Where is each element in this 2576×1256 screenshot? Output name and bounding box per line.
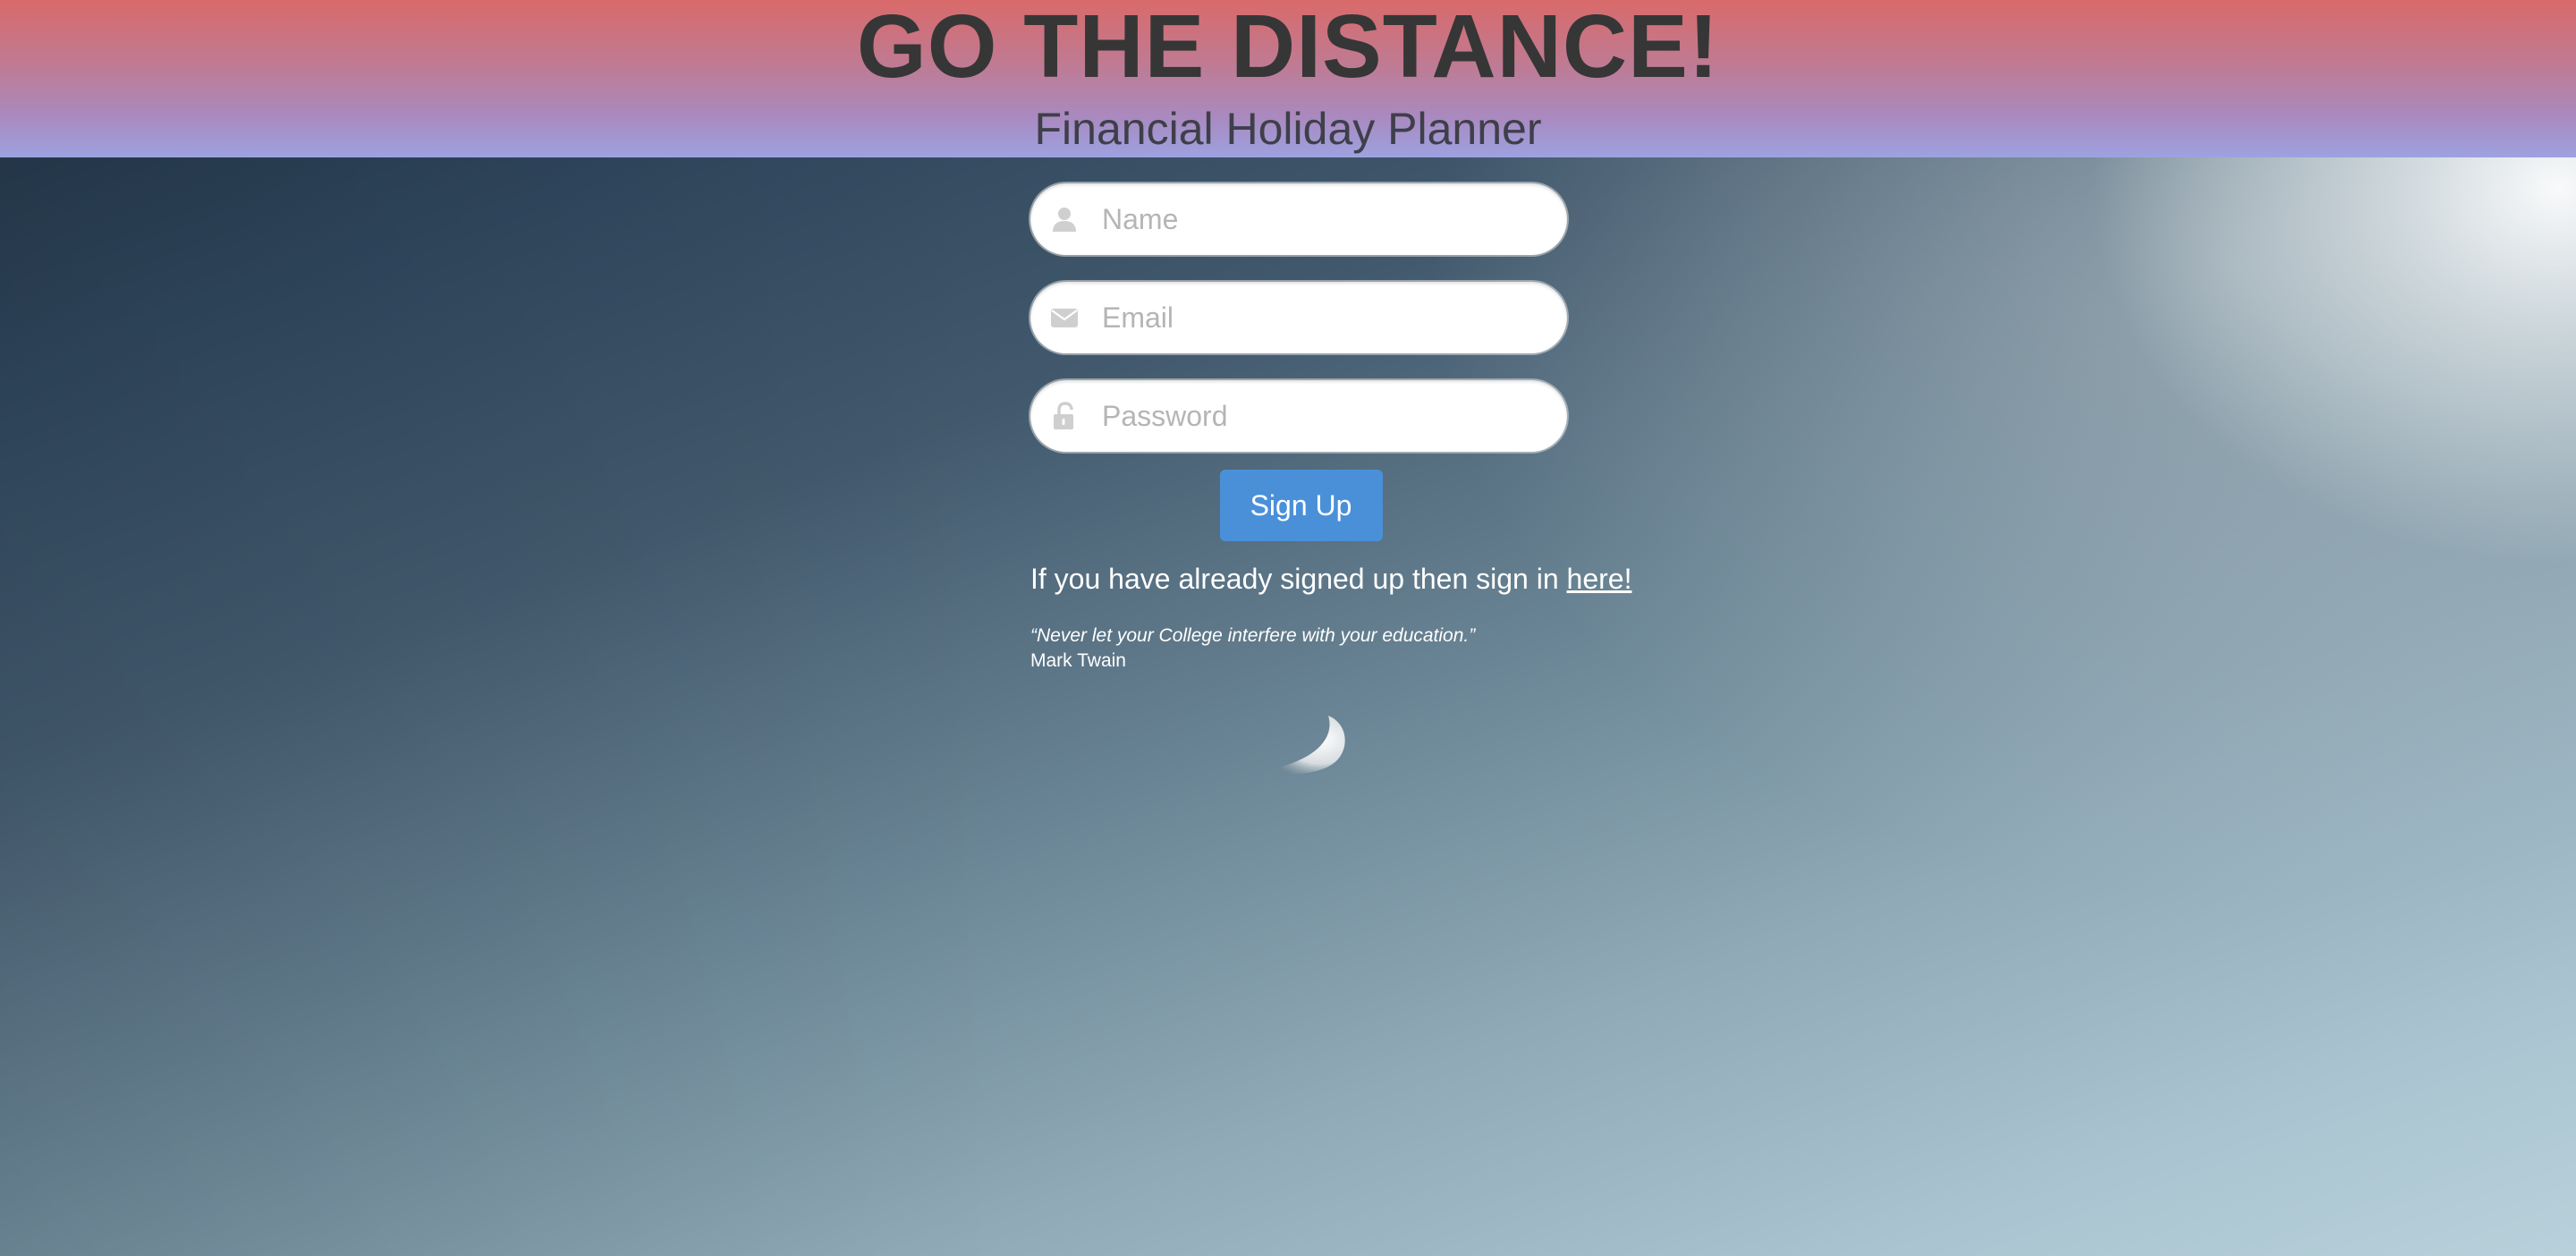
signin-here-link[interactable]: here! bbox=[1567, 563, 1632, 595]
moon-image bbox=[1261, 716, 1345, 775]
page-header: GO THE DISTANCE! Financial Holiday Plann… bbox=[0, 0, 2576, 157]
name-input[interactable] bbox=[1102, 183, 1540, 255]
signup-button-container: Sign Up bbox=[1030, 470, 1567, 541]
envelope-icon bbox=[1051, 309, 1078, 327]
email-field-container bbox=[1030, 282, 1567, 353]
email-input[interactable] bbox=[1102, 282, 1540, 353]
quote-author: Mark Twain bbox=[1030, 650, 1126, 671]
signin-prompt-text: If you have already signed up then sign … bbox=[1030, 563, 1559, 595]
unlock-icon bbox=[1054, 402, 1073, 429]
password-input[interactable] bbox=[1102, 380, 1540, 452]
sign-up-button[interactable]: Sign Up bbox=[1219, 470, 1383, 541]
password-field-container bbox=[1030, 380, 1567, 452]
signin-prompt: If you have already signed up then sign … bbox=[1030, 561, 1631, 597]
page-title: GO THE DISTANCE! bbox=[856, 0, 1720, 97]
signup-form: Sign Up If you have already signed up th… bbox=[1030, 183, 1631, 674]
quote-text: “Never let your College interfere with y… bbox=[1030, 625, 1476, 646]
page-subtitle: Financial Holiday Planner bbox=[1034, 104, 1542, 154]
user-icon bbox=[1053, 208, 1076, 232]
name-field-container bbox=[1030, 183, 1567, 255]
